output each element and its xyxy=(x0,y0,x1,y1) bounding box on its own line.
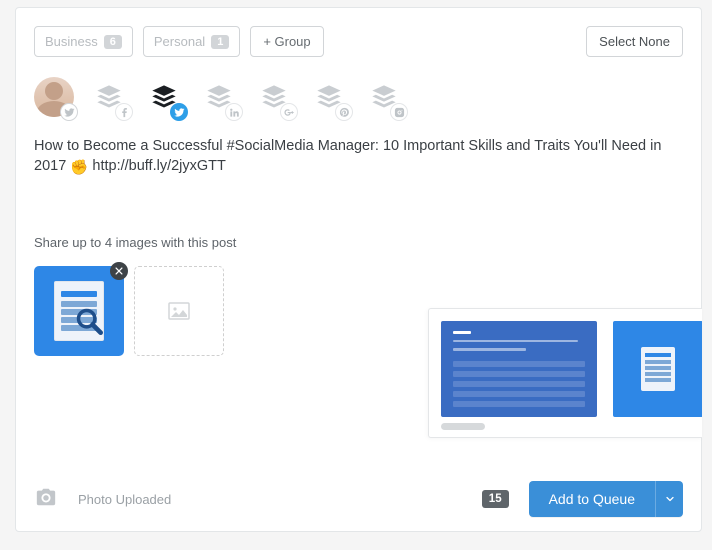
footer-row: Photo Uploaded 15 Add to Queue xyxy=(34,481,683,517)
googleplus-icon xyxy=(284,107,295,118)
strip-scrollbar[interactable] xyxy=(441,423,690,431)
twitter-badge xyxy=(170,103,188,121)
facebook-icon xyxy=(119,107,130,118)
pinterest-badge xyxy=(335,103,353,121)
account-avatar-twitter[interactable] xyxy=(34,77,74,117)
instagram-icon xyxy=(394,107,405,118)
upload-media-button[interactable] xyxy=(34,486,58,513)
group-business-label: Business xyxy=(45,34,98,49)
group-personal-count: 1 xyxy=(211,35,229,49)
add-image-placeholder[interactable] xyxy=(134,266,224,356)
group-personal-label: Personal xyxy=(154,34,205,49)
add-group-button[interactable]: + Group xyxy=(250,26,323,57)
twitter-icon xyxy=(64,107,75,118)
groups-row: Business 6 Personal 1 + Group Select Non… xyxy=(34,26,683,57)
account-buffer-facebook[interactable] xyxy=(89,77,129,117)
linkedin-icon xyxy=(229,107,240,118)
instagram-badge xyxy=(390,103,408,121)
compose-text-area[interactable]: How to Become a Successful #SocialMedia … xyxy=(34,137,683,227)
add-to-queue-button[interactable]: Add to Queue xyxy=(529,481,655,517)
googleplus-badge xyxy=(280,103,298,121)
selected-image-thumb[interactable] xyxy=(34,266,124,356)
account-buffer-googleplus[interactable] xyxy=(254,77,294,117)
group-business-count: 6 xyxy=(104,35,122,49)
composer-panel: Business 6 Personal 1 + Group Select Non… xyxy=(15,7,702,532)
group-personal[interactable]: Personal 1 xyxy=(143,26,240,57)
account-buffer-instagram[interactable] xyxy=(364,77,404,117)
account-buffer-twitter-active[interactable] xyxy=(144,77,184,117)
share-hint: Share up to 4 images with this post xyxy=(34,235,683,250)
add-to-queue-group: Add to Queue xyxy=(529,481,683,517)
fist-emoji: ✊ xyxy=(70,159,88,179)
camera-icon xyxy=(34,486,58,508)
account-buffer-pinterest[interactable] xyxy=(309,77,349,117)
suggested-image-1[interactable] xyxy=(441,321,597,417)
pinterest-icon xyxy=(339,107,350,118)
remove-image-button[interactable] xyxy=(110,262,128,280)
upload-status: Photo Uploaded xyxy=(78,492,171,507)
twitter-icon xyxy=(174,107,185,118)
add-to-queue-dropdown[interactable] xyxy=(655,481,683,517)
compose-text-after: http://buff.ly/2jyxGTT xyxy=(88,158,226,174)
twitter-badge xyxy=(60,103,78,121)
group-business[interactable]: Business 6 xyxy=(34,26,133,57)
image-placeholder-icon xyxy=(165,299,193,323)
select-none-button[interactable]: Select None xyxy=(586,26,683,57)
close-icon xyxy=(114,266,124,276)
accounts-row xyxy=(34,77,683,117)
facebook-badge xyxy=(115,103,133,121)
suggested-image-2[interactable] xyxy=(613,321,702,417)
magnifier-icon xyxy=(75,307,103,335)
linkedin-badge xyxy=(225,103,243,121)
character-count-badge: 15 xyxy=(482,490,509,508)
chevron-down-icon xyxy=(664,493,676,505)
account-buffer-linkedin[interactable] xyxy=(199,77,239,117)
suggested-images-strip xyxy=(428,308,702,438)
